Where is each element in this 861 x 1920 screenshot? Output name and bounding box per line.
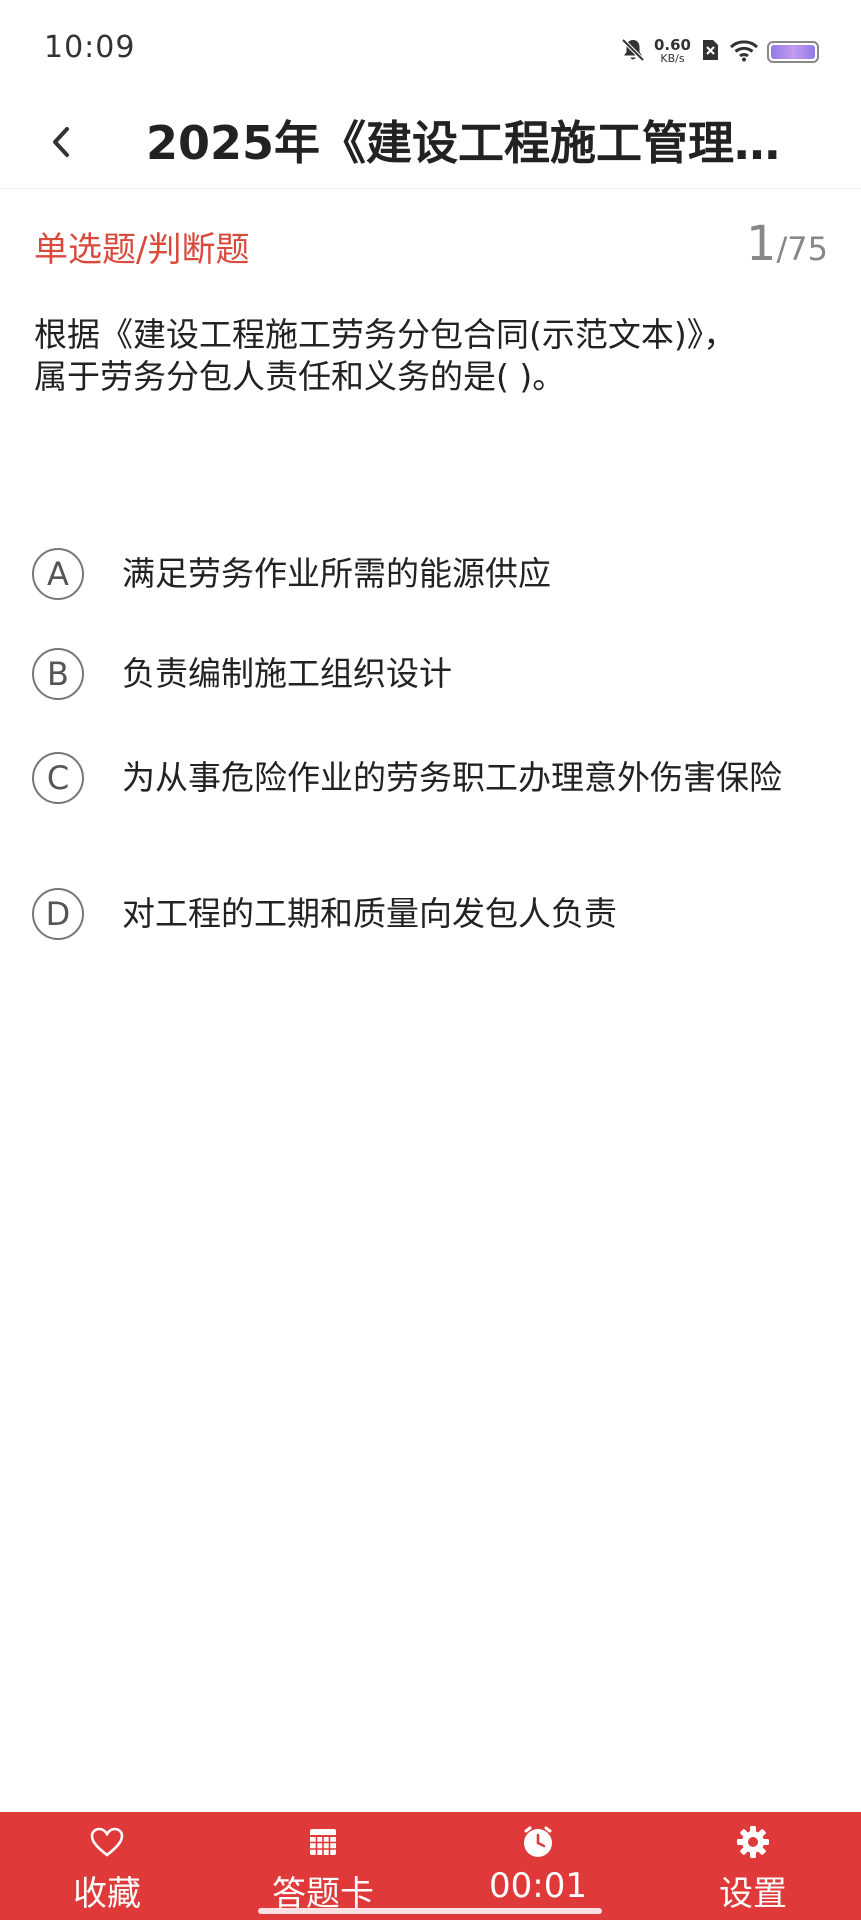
chevron-left-icon (47, 125, 77, 163)
net-speed-value: 0.60 (653, 36, 691, 54)
status-icons: 0.60 KB/s (620, 32, 819, 72)
header: 2025年《建设工程施工管理… (0, 100, 861, 189)
option-b[interactable]: B 负责编制施工组织设计 (32, 648, 822, 700)
bell-off-icon (620, 37, 646, 67)
net-speed-unit: KB/s (660, 52, 685, 65)
option-letter: A (32, 548, 84, 600)
battery-icon (767, 41, 819, 63)
option-c[interactable]: C 为从事危险作业的劳务职工办理意外伤害保险 (32, 752, 822, 804)
net-speed: 0.60 KB/s (654, 38, 691, 66)
option-text: 为从事危险作业的劳务职工办理意外伤害保险 (122, 758, 782, 797)
bottom-bar: 收藏 答题卡 00:01 设置 (0, 1812, 861, 1920)
option-text: 负责编制施工组织设计 (122, 654, 452, 693)
page-title: 2025年《建设工程施工管理… (146, 116, 781, 170)
question-type: 单选题/判断题 (34, 230, 250, 270)
question-text: 根据《建设工程施工劳务分包合同(示范文本)》，属于劳务分包人责任和义务的是( )… (34, 315, 737, 396)
home-indicator[interactable] (258, 1908, 602, 1914)
option-text: 对工程的工期和质量向发包人负责 (122, 894, 617, 933)
option-letter: C (32, 752, 84, 804)
gear-icon (735, 1824, 771, 1860)
status-time: 10:09 (44, 30, 136, 65)
option-letter: D (32, 888, 84, 940)
sim-off-icon (699, 38, 721, 66)
status-bar: 10:09 0.60 KB/s (0, 0, 861, 100)
question-current: 1 (745, 216, 777, 272)
favorite-label: 收藏 (73, 1874, 141, 1914)
wifi-icon (729, 38, 759, 66)
option-d[interactable]: D 对工程的工期和质量向发包人负责 (32, 888, 822, 940)
answer-card-button[interactable]: 答题卡 (253, 1812, 393, 1920)
grid-icon (305, 1824, 341, 1860)
question-total: /75 (776, 230, 829, 268)
back-button[interactable] (36, 118, 88, 170)
heart-icon (89, 1824, 125, 1860)
favorite-button[interactable]: 收藏 (57, 1812, 157, 1920)
timer: 00:01 (478, 1812, 598, 1920)
settings-label: 设置 (719, 1874, 787, 1914)
question-counter: 1 /75 (746, 218, 828, 270)
option-a[interactable]: A 满足劳务作业所需的能源供应 (32, 548, 822, 600)
option-text: 满足劳务作业所需的能源供应 (122, 554, 551, 593)
option-letter: B (32, 648, 84, 700)
timer-value: 00:01 (489, 1866, 587, 1906)
clock-icon (520, 1824, 556, 1860)
settings-button[interactable]: 设置 (703, 1812, 803, 1920)
